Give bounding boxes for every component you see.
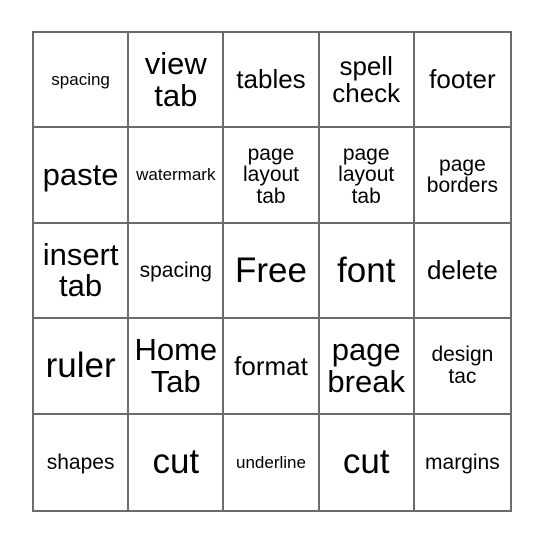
bingo-cell-label: paste <box>42 157 119 193</box>
bingo-cell[interactable]: design tac <box>414 319 510 415</box>
bingo-cell-label: shapes <box>46 450 115 474</box>
bingo-grid: spacing view tab tables spell check footer pa… <box>34 33 510 510</box>
bingo-cell[interactable]: cut <box>129 414 225 510</box>
bingo-cell[interactable]: insert tab <box>34 223 130 320</box>
bingo-cell-label: cut <box>342 442 390 482</box>
bingo-cell[interactable]: watermark <box>129 128 225 224</box>
bingo-cell[interactable]: page layout tab <box>319 128 415 224</box>
bingo-cell[interactable]: font <box>319 223 415 320</box>
bingo-cell-label: view tab <box>144 46 207 113</box>
bingo-cell-label: delete <box>426 255 498 286</box>
bingo-cell-label: page borders <box>426 152 498 198</box>
bingo-free-space-cell[interactable]: Free <box>224 223 320 320</box>
bingo-cell-label: tables <box>236 64 306 95</box>
bingo-cell-label: margins <box>425 450 500 474</box>
bingo-cell[interactable]: tables <box>224 33 320 129</box>
bingo-cell-label: page break <box>327 332 405 399</box>
bingo-cell[interactable]: delete <box>414 224 510 320</box>
bingo-cell[interactable]: cut <box>320 414 415 510</box>
bingo-cell[interactable]: format <box>224 319 320 415</box>
bingo-cell[interactable]: view tab <box>129 33 225 129</box>
bingo-cell-label: underline <box>236 452 306 472</box>
bingo-cell[interactable]: paste <box>34 128 130 224</box>
bingo-cell[interactable]: spacing <box>34 33 130 129</box>
bingo-cell[interactable]: shapes <box>34 414 130 510</box>
bingo-cell-label: footer <box>429 64 496 95</box>
bingo-cell[interactable]: margins <box>415 415 510 510</box>
bingo-cell-label: insert tab <box>42 236 119 304</box>
bingo-cell-label: ruler <box>45 346 116 386</box>
bingo-cell-label: watermark <box>136 165 216 185</box>
bingo-cell[interactable]: footer <box>414 33 510 129</box>
bingo-cell-label: spacing <box>51 70 110 90</box>
bingo-cell-label: Free <box>235 250 307 290</box>
bingo-cell-label: page layout tab <box>242 141 300 208</box>
bingo-cell-label: Home Tab <box>134 332 218 399</box>
bingo-cell[interactable]: Home Tab <box>129 319 225 415</box>
bingo-cell-label: format <box>234 350 308 381</box>
bingo-card: spacing view tab tables spell check footer pa… <box>32 31 512 512</box>
bingo-cell-label: cut <box>152 442 200 482</box>
bingo-cell-label: page layout tab <box>338 141 395 208</box>
bingo-cell[interactable]: underline <box>224 414 320 510</box>
bingo-cell[interactable]: spell check <box>319 33 415 129</box>
bingo-cell[interactable]: ruler <box>34 319 130 415</box>
bingo-cell-label: spell check <box>332 51 401 108</box>
bingo-cell-label: font <box>337 250 396 290</box>
bingo-cell-label: design tac <box>431 343 494 388</box>
bingo-cell[interactable]: page break <box>319 319 415 415</box>
bingo-cell[interactable]: page layout tab <box>224 128 320 224</box>
bingo-cell-label: spacing <box>139 258 212 282</box>
bingo-cell[interactable]: page borders <box>414 128 510 224</box>
bingo-cell[interactable]: spacing <box>129 223 225 320</box>
